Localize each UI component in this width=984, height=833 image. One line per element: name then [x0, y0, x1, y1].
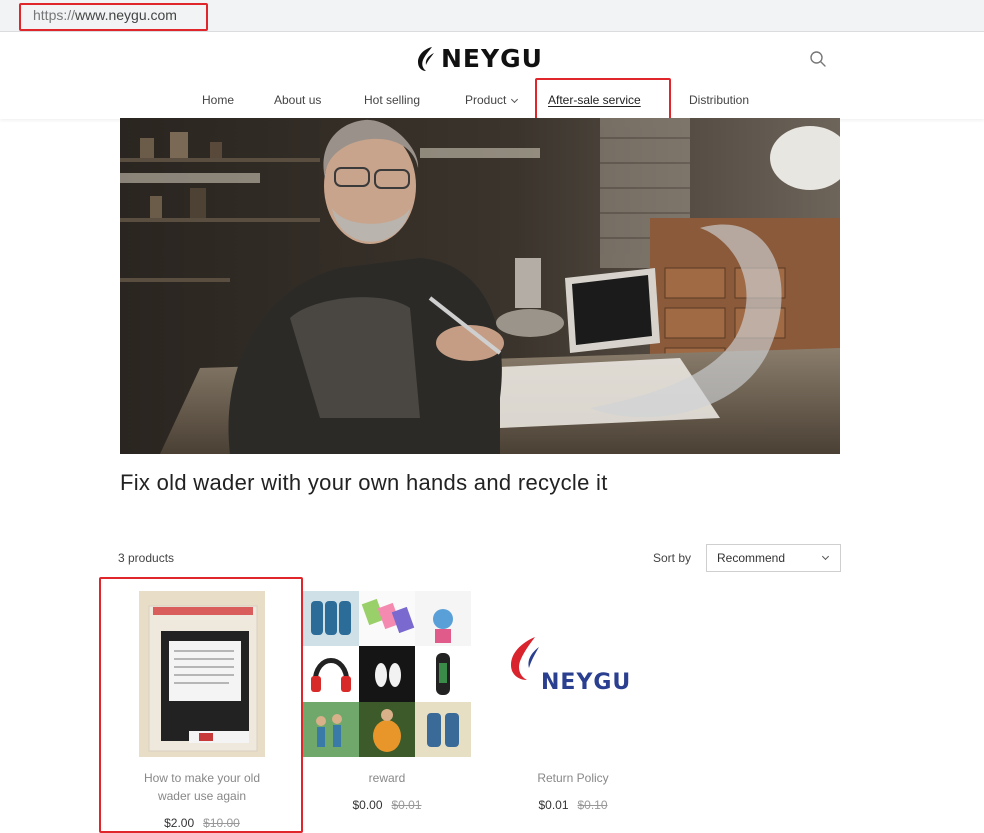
product-image[interactable]: NEYGU [489, 591, 657, 757]
sort-select-value: Recommend [717, 551, 786, 565]
nav-home[interactable]: Home [202, 93, 234, 107]
product-count: 3 products [118, 551, 175, 565]
nav-product-label: Product [465, 93, 507, 107]
product-price-row: $0.01 $0.10 [489, 798, 657, 812]
logo-wordmark: NEYGU [441, 44, 543, 73]
nav-about-us[interactable]: About us [274, 93, 321, 107]
search-icon[interactable] [809, 50, 827, 68]
nav-after-sale-service[interactable]: After-sale service [548, 93, 641, 107]
neygu-logo-image: NEYGU [511, 637, 631, 695]
product-price: $0.01 [538, 798, 569, 812]
url-host: www.neygu.com [75, 7, 177, 23]
hero-illustration [120, 118, 840, 454]
product-compare-price: $0.10 [577, 798, 608, 812]
product-name[interactable]: How to make your old wader use again [127, 769, 277, 805]
product-photo-reward-collage [303, 591, 471, 757]
product-price-row: $0.00 $0.01 [303, 798, 471, 812]
logo-flame-icon [418, 47, 434, 71]
nav-hot-selling[interactable]: Hot selling [364, 93, 420, 107]
product-name[interactable]: reward [312, 769, 462, 787]
product-card[interactable]: reward $0.00 $0.01 [303, 588, 471, 818]
chevron-down-icon [821, 552, 830, 561]
site-logo[interactable]: NEYGU [414, 43, 543, 75]
product-price: $2.00 [164, 816, 195, 830]
product-image[interactable] [303, 591, 471, 757]
product-card[interactable]: How to make your old wader use again $2.… [104, 588, 300, 833]
sort-select[interactable]: Recommend [706, 544, 841, 572]
product-compare-price: $0.01 [391, 798, 422, 812]
url-text[interactable]: https://www.neygu.com [33, 7, 177, 23]
product-price-row: $2.00 $10.00 [104, 816, 300, 830]
product-price: $0.00 [352, 798, 383, 812]
product-compare-price: $10.00 [203, 816, 240, 830]
url-scheme: https:// [33, 7, 76, 23]
sort-by-label: Sort by [653, 551, 692, 565]
chevron-down-icon [511, 95, 519, 104]
nav-distribution[interactable]: Distribution [689, 93, 749, 107]
neygu-logo-text: NEYGU [541, 670, 631, 695]
hero-banner-image [120, 118, 840, 454]
site-header: NEYGU Home About us Hot selling Product … [0, 33, 984, 119]
product-image[interactable] [139, 591, 265, 757]
product-photo-wader-kit [139, 591, 265, 757]
nav-product[interactable]: Product [465, 93, 519, 107]
product-name[interactable]: Return Policy [498, 769, 648, 787]
main-nav: Home About us Hot selling Product After-… [0, 93, 984, 109]
browser-address-bar[interactable]: https://www.neygu.com [0, 0, 984, 32]
collection-title: Fix old wader with your own hands and re… [120, 470, 608, 495]
product-card[interactable]: NEYGU Return Policy $0.01 $0.10 [489, 588, 657, 818]
